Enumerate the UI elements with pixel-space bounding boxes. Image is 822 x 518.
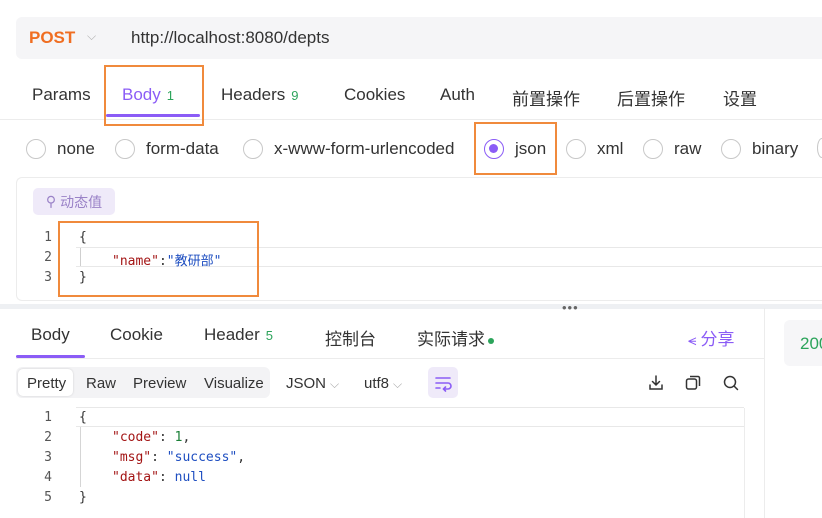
highlight-box-body-json: [58, 221, 259, 297]
tab-label: 前置操作: [512, 90, 580, 109]
radio-circle-clipped[interactable]: [817, 138, 822, 158]
radio-label: form-data: [146, 139, 219, 158]
url-bar: POST ⌵ http://localhost:8080/depts: [16, 17, 822, 59]
line-number: 2: [44, 250, 52, 265]
radio-label: binary: [752, 139, 799, 158]
drag-handle-icon[interactable]: •••: [562, 300, 579, 315]
wrap-lines-button[interactable]: [428, 367, 458, 398]
chevron-down-icon: ⌵: [330, 377, 340, 391]
view-visualize-button[interactable]: Visualize: [204, 375, 264, 392]
tab-headers[interactable]: Headers 9: [221, 85, 299, 105]
line-number: 5: [44, 490, 52, 505]
radio-circle[interactable]: [721, 139, 741, 159]
tab-count-badge: 9: [291, 88, 299, 103]
highlight-box-body-tab: [104, 65, 204, 126]
radio-circle[interactable]: [566, 139, 586, 159]
radio-none[interactable]: none: [26, 138, 95, 160]
tab-post-processors[interactable]: 后置操作: [617, 85, 685, 110]
wrap-lines-icon: [435, 377, 452, 392]
magic-wand-icon: ⚲: [45, 193, 57, 209]
view-raw-button[interactable]: Raw: [86, 375, 116, 392]
tab-label: Auth: [440, 85, 475, 104]
copy-icon[interactable]: [683, 373, 703, 393]
tab-label: Params: [32, 85, 91, 104]
status-dot: [488, 337, 494, 344]
line-number: 1: [44, 410, 52, 425]
current-line-highlight: [76, 407, 744, 427]
line-number: 1: [44, 230, 52, 245]
line-number: 4: [44, 470, 52, 485]
chevron-down-icon: ⌵: [393, 377, 403, 391]
panel-separator: [764, 308, 765, 518]
code-line: "code": 1,: [112, 430, 191, 445]
radio-x-www-form-urlencoded[interactable]: x-www-form-urlencoded: [243, 138, 454, 160]
line-number: 3: [44, 270, 52, 285]
share-icon: ⪪: [688, 332, 697, 349]
radio-label: x-www-form-urlencoded: [274, 139, 455, 158]
radio-binary[interactable]: binary: [721, 138, 798, 160]
search-icon[interactable]: [721, 373, 741, 393]
json-key: "code": [112, 430, 159, 445]
tab-console[interactable]: 控制台: [325, 325, 376, 350]
tab-label: Headers: [221, 85, 286, 104]
line-number: 2: [44, 430, 52, 445]
radio-circle[interactable]: [243, 139, 263, 159]
radio-circle[interactable]: [26, 139, 46, 159]
share-label: 分享: [700, 330, 735, 349]
json-value: 1: [174, 430, 183, 445]
scrollbar[interactable]: [744, 408, 764, 518]
code-line: "msg": "success",: [112, 450, 246, 465]
tab-actual-request[interactable]: 实际请求: [417, 325, 494, 350]
indent-guide: [80, 427, 81, 487]
tab-label: 后置操作: [617, 90, 685, 109]
radio-circle[interactable]: [643, 139, 663, 159]
radio-label: none: [57, 139, 95, 158]
view-pretty-button[interactable]: Pretty: [27, 375, 66, 392]
line-number: 3: [44, 450, 52, 465]
code-line: "data": null: [112, 470, 206, 485]
tab-response-body[interactable]: Body: [31, 325, 70, 345]
panel-splitter[interactable]: [0, 304, 822, 309]
dynamic-value-button[interactable]: ⚲ 动态值: [33, 188, 115, 215]
status-code: 200: [800, 334, 822, 353]
encoding-select[interactable]: utf8 ⌵: [364, 375, 402, 392]
tab-pre-processors[interactable]: 前置操作: [512, 85, 580, 110]
radio-circle[interactable]: [115, 139, 135, 159]
share-button[interactable]: ⪪ 分享: [688, 325, 734, 350]
tab-response-cookie[interactable]: Cookie: [110, 325, 163, 345]
tab-settings[interactable]: 设置: [723, 85, 757, 110]
view-preview-button[interactable]: Preview: [133, 375, 186, 392]
tab-auth[interactable]: Auth: [440, 85, 475, 105]
tab-label: Cookies: [344, 85, 406, 104]
url-input[interactable]: http://localhost:8080/depts: [131, 28, 329, 48]
json-key: "data": [112, 470, 159, 485]
tab-cookies[interactable]: Cookies: [344, 85, 405, 105]
format-select-value: JSON: [286, 375, 327, 392]
tab-label: Header: [204, 325, 260, 344]
tab-response-header[interactable]: Header 5: [204, 325, 273, 345]
download-icon[interactable]: [646, 373, 666, 393]
json-value: "success": [166, 450, 238, 465]
json-key: "msg": [112, 450, 152, 465]
code-brace: {: [79, 410, 87, 425]
radio-label: raw: [674, 139, 702, 158]
highlight-box-json: [474, 122, 557, 175]
format-select[interactable]: JSON ⌵: [286, 375, 339, 392]
method-select[interactable]: POST: [29, 28, 75, 48]
code-brace: }: [79, 490, 87, 505]
divider: [16, 358, 764, 359]
tab-label: 实际请求: [417, 330, 485, 349]
tab-count-badge: 5: [265, 328, 273, 343]
radio-xml[interactable]: xml: [566, 138, 623, 160]
dynamic-value-label: 动态值: [60, 193, 103, 210]
chevron-down-icon[interactable]: ⌵: [87, 29, 96, 44]
tab-params[interactable]: Params: [32, 85, 91, 105]
radio-form-data[interactable]: form-data: [115, 138, 219, 160]
radio-raw[interactable]: raw: [643, 138, 701, 160]
json-value: null: [174, 470, 206, 485]
tab-label: 设置: [723, 90, 757, 109]
encoding-select-value: utf8: [364, 375, 390, 392]
radio-label: xml: [597, 139, 624, 158]
